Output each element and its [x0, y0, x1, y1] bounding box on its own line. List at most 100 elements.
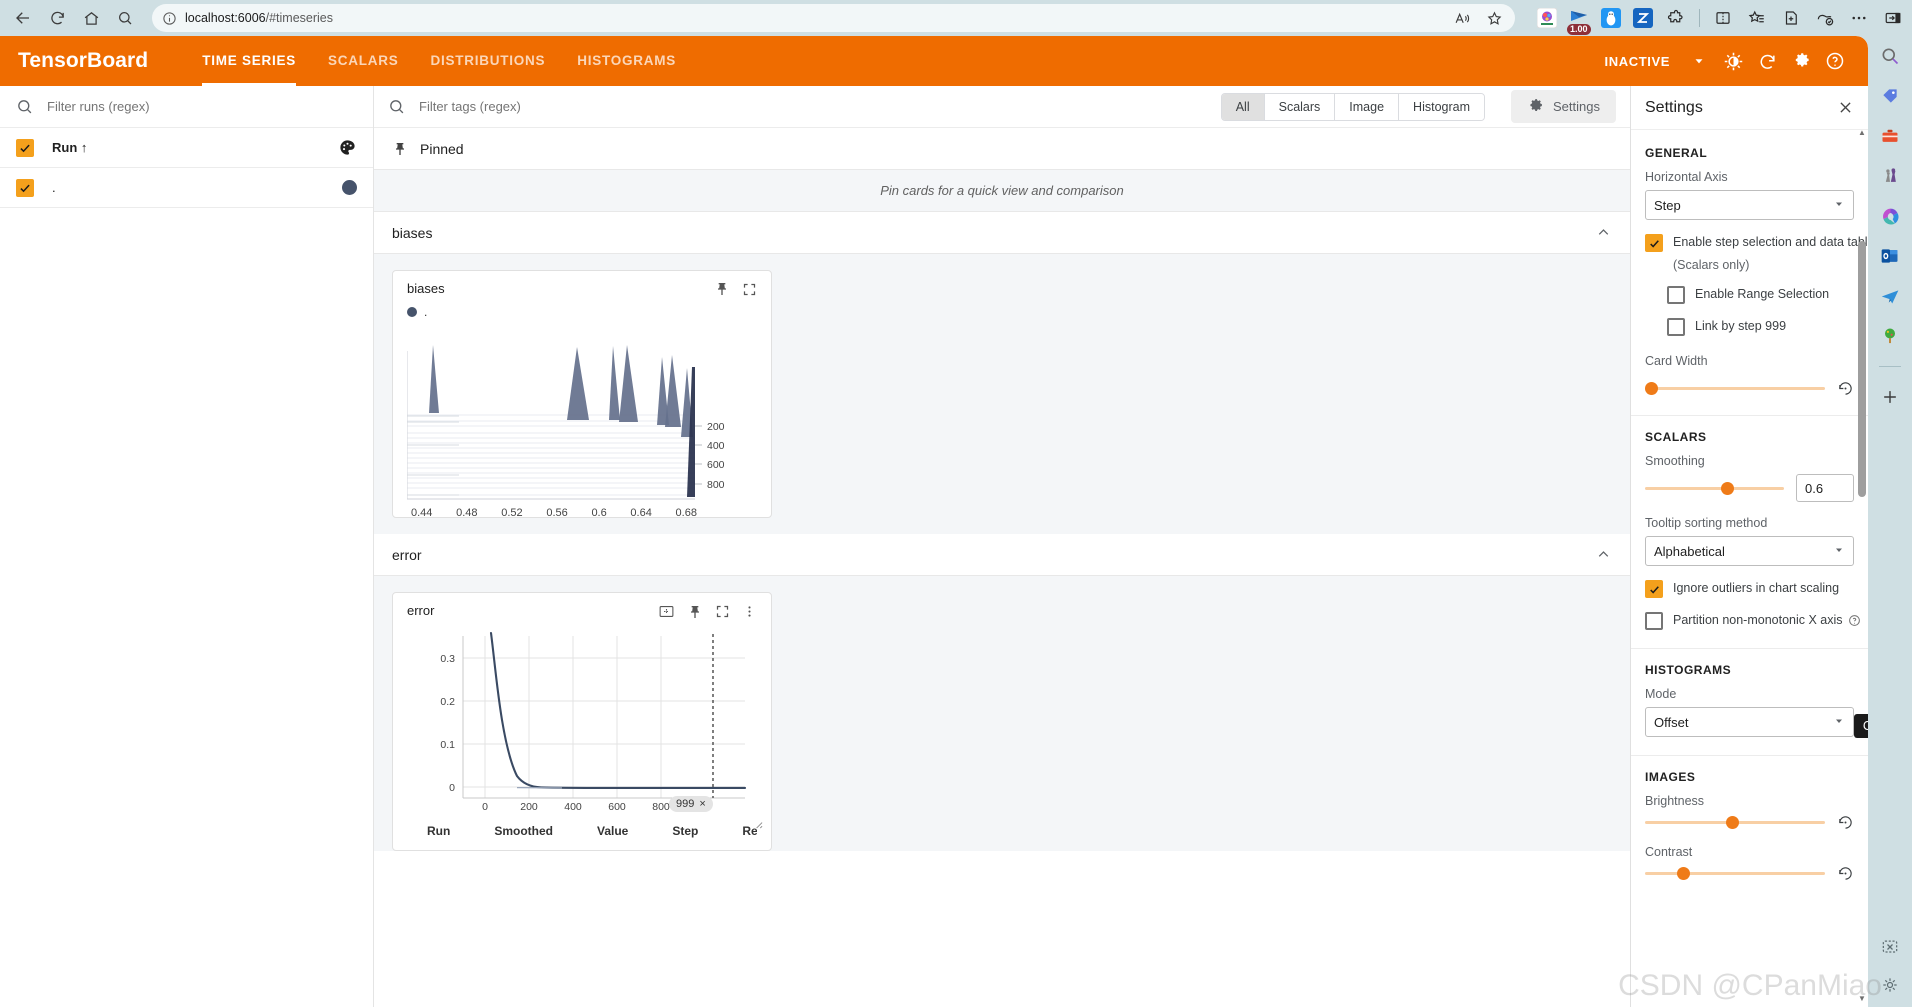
- toggle-scalars[interactable]: Scalars: [1264, 93, 1336, 120]
- more-vert-icon[interactable]: [742, 604, 757, 619]
- tag-icon[interactable]: [1878, 84, 1902, 108]
- link-by-step-row[interactable]: Link by step 999: [1667, 318, 1854, 336]
- smoothing-slider[interactable]: [1645, 481, 1784, 495]
- partition-x-checkbox[interactable]: [1645, 612, 1663, 630]
- close-icon[interactable]: ×: [699, 798, 705, 810]
- settings-icon[interactable]: [1878, 973, 1902, 997]
- scalar-line-chart[interactable]: 0.3 0.2 0.1 0 0 200 400 600 800 999 ×: [407, 628, 763, 829]
- scrollbar-thumb[interactable]: [1858, 240, 1866, 498]
- home-button[interactable]: [76, 3, 106, 33]
- extension-penguin-icon[interactable]: [1601, 8, 1621, 28]
- back-button[interactable]: [8, 3, 38, 33]
- chevron-up-icon[interactable]: [1595, 546, 1612, 563]
- histogram-mode-select[interactable]: Offset: [1645, 707, 1854, 737]
- tools-icon[interactable]: [1878, 935, 1902, 959]
- fit-domain-icon[interactable]: [658, 603, 675, 620]
- card-width-slider[interactable]: [1645, 382, 1825, 396]
- ignore-outliers-row[interactable]: Ignore outliers in chart scaling: [1645, 580, 1854, 598]
- fullscreen-icon[interactable]: [715, 604, 730, 619]
- brightness-slider[interactable]: [1645, 816, 1825, 830]
- main-pane: All Scalars Image Histogram Settings: [374, 86, 1868, 1007]
- tags-filter-input[interactable]: [417, 98, 1209, 115]
- help-icon[interactable]: [1820, 46, 1850, 76]
- read-aloud-icon[interactable]: [1451, 7, 1473, 29]
- telegram-icon[interactable]: [1878, 284, 1902, 308]
- selected-step-chip[interactable]: 999 ×: [669, 796, 713, 812]
- runs-filter-input[interactable]: [45, 98, 357, 115]
- pin-icon[interactable]: [714, 281, 730, 297]
- brightness-icon[interactable]: [1718, 46, 1748, 76]
- favorites-list-icon[interactable]: [1746, 7, 1768, 29]
- partition-x-row[interactable]: Partition non-monotonic X axis: [1645, 612, 1860, 630]
- pinned-section-header[interactable]: Pinned: [374, 128, 1630, 170]
- site-info-icon[interactable]: [162, 11, 177, 26]
- games-icon[interactable]: [1878, 164, 1902, 188]
- histogram-offset-chart[interactable]: 200 400 600 800 0.44 0.48 0.52 0.56 0.6 …: [407, 325, 757, 519]
- color-palette-icon[interactable]: [338, 138, 357, 157]
- toolbox-icon[interactable]: [1878, 124, 1902, 148]
- add-collection-icon[interactable]: [1780, 7, 1802, 29]
- smoothing-value-input[interactable]: 0.6: [1796, 474, 1854, 502]
- runs-column-header[interactable]: Run ↑: [0, 128, 373, 168]
- tab-histograms[interactable]: HISTOGRAMS: [561, 36, 692, 86]
- chevron-down-icon[interactable]: [1684, 46, 1714, 76]
- favorite-star-icon[interactable]: [1483, 7, 1505, 29]
- tab-distributions[interactable]: DISTRIBUTIONS: [415, 36, 562, 86]
- cards-scroll-area[interactable]: Pinned Pin cards for a quick view and co…: [374, 128, 1630, 1007]
- split-screen-icon[interactable]: [1712, 7, 1734, 29]
- select-all-runs-checkbox[interactable]: [16, 138, 34, 157]
- extension-badge-icon[interactable]: 1.00: [1567, 8, 1591, 35]
- run-checkbox[interactable]: [16, 178, 34, 197]
- settings-scrollbar[interactable]: ▲ ▼: [1858, 128, 1866, 1003]
- card-biases[interactable]: biases . 200 400 600 800 0.44 0.48 0.52 …: [392, 270, 772, 519]
- settings-gear-icon[interactable]: [1786, 46, 1816, 76]
- scroll-up-arrow[interactable]: ▲: [1858, 128, 1866, 137]
- more-options-icon[interactable]: [1848, 7, 1870, 29]
- ignore-outliers-checkbox[interactable]: [1645, 580, 1663, 598]
- section-header-biases[interactable]: biases: [374, 212, 1630, 254]
- extension-colorful-icon[interactable]: [1536, 7, 1558, 29]
- toggle-histogram[interactable]: Histogram: [1399, 93, 1485, 120]
- reset-icon[interactable]: [1837, 814, 1854, 831]
- enable-range-selection-checkbox[interactable]: [1667, 286, 1685, 304]
- close-icon[interactable]: [1837, 99, 1854, 116]
- copilot-icon[interactable]: [1814, 7, 1836, 29]
- reload-data-icon[interactable]: [1752, 46, 1782, 76]
- horizontal-axis-select[interactable]: Step: [1645, 190, 1854, 220]
- chevron-up-icon[interactable]: [1595, 224, 1612, 241]
- outlook-icon[interactable]: [1878, 244, 1902, 268]
- fullscreen-icon[interactable]: [742, 282, 757, 297]
- tab-scalars[interactable]: SCALARS: [312, 36, 415, 86]
- table-row[interactable]: .: [0, 168, 373, 208]
- enable-step-selection-checkbox[interactable]: [1645, 234, 1663, 252]
- reload-button[interactable]: [42, 3, 72, 33]
- sidebar-toggle-icon[interactable]: [1882, 7, 1904, 29]
- settings-button[interactable]: Settings: [1511, 90, 1616, 123]
- tooltip-sort-select[interactable]: Alphabetical: [1645, 536, 1854, 566]
- enable-range-selection-row[interactable]: Enable Range Selection: [1667, 286, 1854, 304]
- contrast-slider[interactable]: [1645, 867, 1825, 881]
- card-error[interactable]: error 0.3 0.2 0.1 0 0 200 400 600 800 99…: [392, 592, 772, 851]
- tree-icon[interactable]: [1878, 324, 1902, 348]
- runs-filter-row[interactable]: [0, 86, 373, 128]
- reset-icon[interactable]: [1837, 865, 1854, 882]
- copilot-icon[interactable]: [1878, 204, 1902, 228]
- reset-icon[interactable]: [1837, 380, 1854, 397]
- toggle-all[interactable]: All: [1221, 93, 1265, 120]
- tab-time-series[interactable]: TIME SERIES: [186, 36, 312, 86]
- link-by-step-checkbox[interactable]: [1667, 318, 1685, 336]
- extension-z-icon[interactable]: [1633, 8, 1653, 28]
- browser-search-button[interactable]: [110, 3, 140, 33]
- scroll-down-arrow[interactable]: ▼: [1858, 994, 1866, 1003]
- add-icon[interactable]: [1878, 385, 1902, 409]
- enable-step-selection-row[interactable]: Enable step selection and data table: [1645, 234, 1868, 252]
- extensions-puzzle-icon[interactable]: [1665, 7, 1687, 29]
- resize-handle[interactable]: [752, 818, 763, 832]
- pin-icon[interactable]: [687, 604, 703, 620]
- search-icon[interactable]: [1878, 44, 1902, 68]
- extension-badge-count: 1.00: [1567, 23, 1591, 35]
- toggle-image[interactable]: Image: [1335, 93, 1400, 120]
- address-bar[interactable]: localhost:6006/#timeseries: [152, 4, 1515, 32]
- run-color-dot[interactable]: [342, 180, 357, 195]
- section-header-error[interactable]: error: [374, 534, 1630, 576]
